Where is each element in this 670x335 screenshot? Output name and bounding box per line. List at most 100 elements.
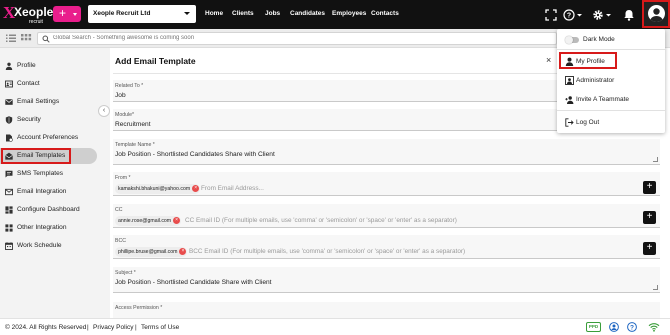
sidebar-item-security[interactable]: Security: [0, 112, 97, 128]
chip-label: kamakshi.bhakuni@yahoo.com: [118, 186, 191, 192]
nav-contacts[interactable]: Contacts: [371, 10, 399, 17]
company-select-value: Xeople Recruit Ltd: [93, 10, 151, 17]
divider: [557, 49, 665, 50]
user-avatar-button[interactable]: [642, 0, 670, 28]
sidebar-collapse-button[interactable]: ‹: [98, 105, 110, 117]
menu-log-out[interactable]: Log Out: [557, 115, 665, 129]
email-chip[interactable]: kamakshi.bhakuni@yahoo.com ×: [115, 184, 201, 194]
field-label: Subject *: [115, 270, 136, 276]
add-from-button[interactable]: +: [643, 181, 656, 194]
nav-clients[interactable]: Clients: [232, 10, 254, 17]
nav-employees[interactable]: Employees: [332, 10, 366, 17]
avatar: [648, 5, 665, 22]
footer-separator: |: [135, 324, 137, 331]
profile-dropdown: Dark Mode My Profile Administrator Invit…: [557, 29, 665, 133]
dark-mode-toggle[interactable]: Dark Mode: [557, 32, 665, 46]
sidebar-item-sms-templates[interactable]: SMS Templates: [0, 166, 97, 182]
company-select[interactable]: Xeople Recruit Ltd: [88, 5, 196, 23]
sidebar-item-work-schedule[interactable]: Work Schedule: [0, 238, 97, 254]
field-label: Template Name *: [115, 142, 155, 148]
chevron-down-icon: [184, 12, 190, 15]
logo-subtext: recruit: [29, 19, 43, 25]
from-field[interactable]: From * kamakshi.bhakuni@yahoo.com × From …: [113, 172, 660, 196]
bcc-field[interactable]: BCC phillipe.bruse@gmail.com × BCC Email …: [113, 235, 660, 259]
user-icon: [565, 57, 574, 66]
access-permission-field[interactable]: Access Permission *: [113, 302, 660, 319]
footer: © 2024. All Rights Reserved | Privacy Po…: [0, 318, 670, 335]
divider: [557, 110, 665, 111]
remove-chip-icon[interactable]: ×: [179, 248, 187, 255]
field-label: From *: [115, 175, 131, 181]
quick-add-button[interactable]: +: [53, 6, 81, 22]
email-chip[interactable]: phillipe.bruse@gmail.com ×: [115, 247, 188, 257]
add-cc-button[interactable]: +: [643, 211, 656, 224]
menu-invite-teammate[interactable]: Invite A Teammate: [557, 92, 665, 106]
sidebar-item-label: Profile: [17, 62, 36, 69]
account-circle-icon[interactable]: [609, 322, 619, 332]
template-name-field[interactable]: Template Name * Job Position - Shortlist…: [113, 139, 660, 165]
help-circle-icon[interactable]: ?: [627, 322, 637, 332]
nav-candidates[interactable]: Candidates: [290, 10, 325, 17]
help-icon[interactable]: ?: [562, 7, 584, 23]
user-icon: [5, 62, 13, 70]
xeople-logo[interactable]: X Xeople recruit: [3, 2, 53, 26]
close-button[interactable]: ×: [546, 55, 551, 65]
sidebar-item-account-preferences[interactable]: Account Preferences: [0, 130, 97, 146]
bcc-placeholder: BCC Email ID (For multiple emails, use '…: [189, 248, 466, 255]
sms-icon: [5, 170, 13, 178]
grid-view-icon[interactable]: [19, 32, 33, 44]
search-input[interactable]: [53, 35, 543, 41]
ppd-badge[interactable]: PPD: [586, 322, 601, 332]
menu-my-profile[interactable]: My Profile: [557, 54, 665, 68]
field-value: Job Position - Shortlisted Candidate Sha…: [115, 279, 272, 286]
menu-label: Invite A Teammate: [576, 96, 629, 103]
menu-administrator[interactable]: Administrator: [557, 73, 665, 87]
invite-user-icon: [565, 96, 574, 104]
sidebar-item-label: Security: [17, 116, 41, 123]
cc-placeholder: CC Email ID (For multiple emails, use 'c…: [185, 217, 457, 224]
dark-mode-label: Dark Mode: [583, 36, 615, 43]
list-view-icon[interactable]: [4, 32, 18, 44]
sidebar-item-configure-dashboard[interactable]: Configure Dashboard: [0, 202, 97, 218]
resize-handle[interactable]: [653, 285, 658, 290]
terms-of-use-link[interactable]: Terms of Use: [141, 324, 179, 331]
field-label: Module*: [115, 112, 135, 118]
gear-icon[interactable]: [591, 7, 613, 23]
sidebar-item-label: Other Integration: [17, 224, 67, 231]
subject-field[interactable]: Subject * Job Position - Shortlisted Can…: [113, 267, 660, 293]
sidebar-item-other-integration[interactable]: Other Integration: [0, 220, 97, 236]
resize-handle[interactable]: [653, 157, 658, 162]
email-chip[interactable]: annie.rose@gmail.com ×: [115, 216, 182, 226]
shield-icon: [5, 116, 13, 124]
nav-jobs[interactable]: Jobs: [265, 10, 280, 17]
integration-icon: [5, 224, 13, 232]
preferences-icon: [6, 134, 13, 142]
wifi-icon: [648, 323, 660, 332]
cc-field[interactable]: CC annie.rose@gmail.com × CC Email ID (Fo…: [113, 204, 660, 228]
bell-icon[interactable]: [621, 7, 637, 23]
sidebar-item-email-templates[interactable]: Email Templates: [0, 148, 97, 164]
field-value: Job: [115, 92, 126, 99]
toggle-switch[interactable]: [565, 35, 579, 44]
remove-chip-icon[interactable]: ×: [173, 217, 181, 224]
page-title: Add Email Template: [115, 56, 196, 66]
privacy-policy-link[interactable]: Privacy Policy: [93, 324, 133, 331]
add-bcc-button[interactable]: +: [643, 242, 656, 255]
sidebar-item-email-integration[interactable]: Email Integration: [0, 184, 97, 200]
field-label: BCC: [115, 238, 126, 244]
sidebar-item-label: Email Templates: [17, 152, 66, 159]
sidebar-item-contact[interactable]: Contact: [0, 76, 97, 92]
expand-icon[interactable]: [543, 7, 559, 23]
sidebar-item-profile[interactable]: Profile: [0, 58, 97, 74]
nav-home[interactable]: Home: [205, 10, 223, 17]
remove-chip-icon[interactable]: ×: [192, 185, 200, 192]
sidebar-item-label: Work Schedule: [17, 242, 62, 249]
sidebar-item-email-settings[interactable]: Email Settings: [0, 94, 97, 110]
sidebar-item-label: Email Settings: [17, 98, 60, 105]
global-search[interactable]: [37, 32, 557, 45]
sidebar-item-label: SMS Templates: [17, 170, 64, 177]
svg-text:?: ?: [630, 324, 634, 331]
from-placeholder: From Email Address...: [201, 185, 264, 192]
chevron-down-icon: [73, 13, 77, 16]
mail-integration-icon: [5, 188, 13, 196]
